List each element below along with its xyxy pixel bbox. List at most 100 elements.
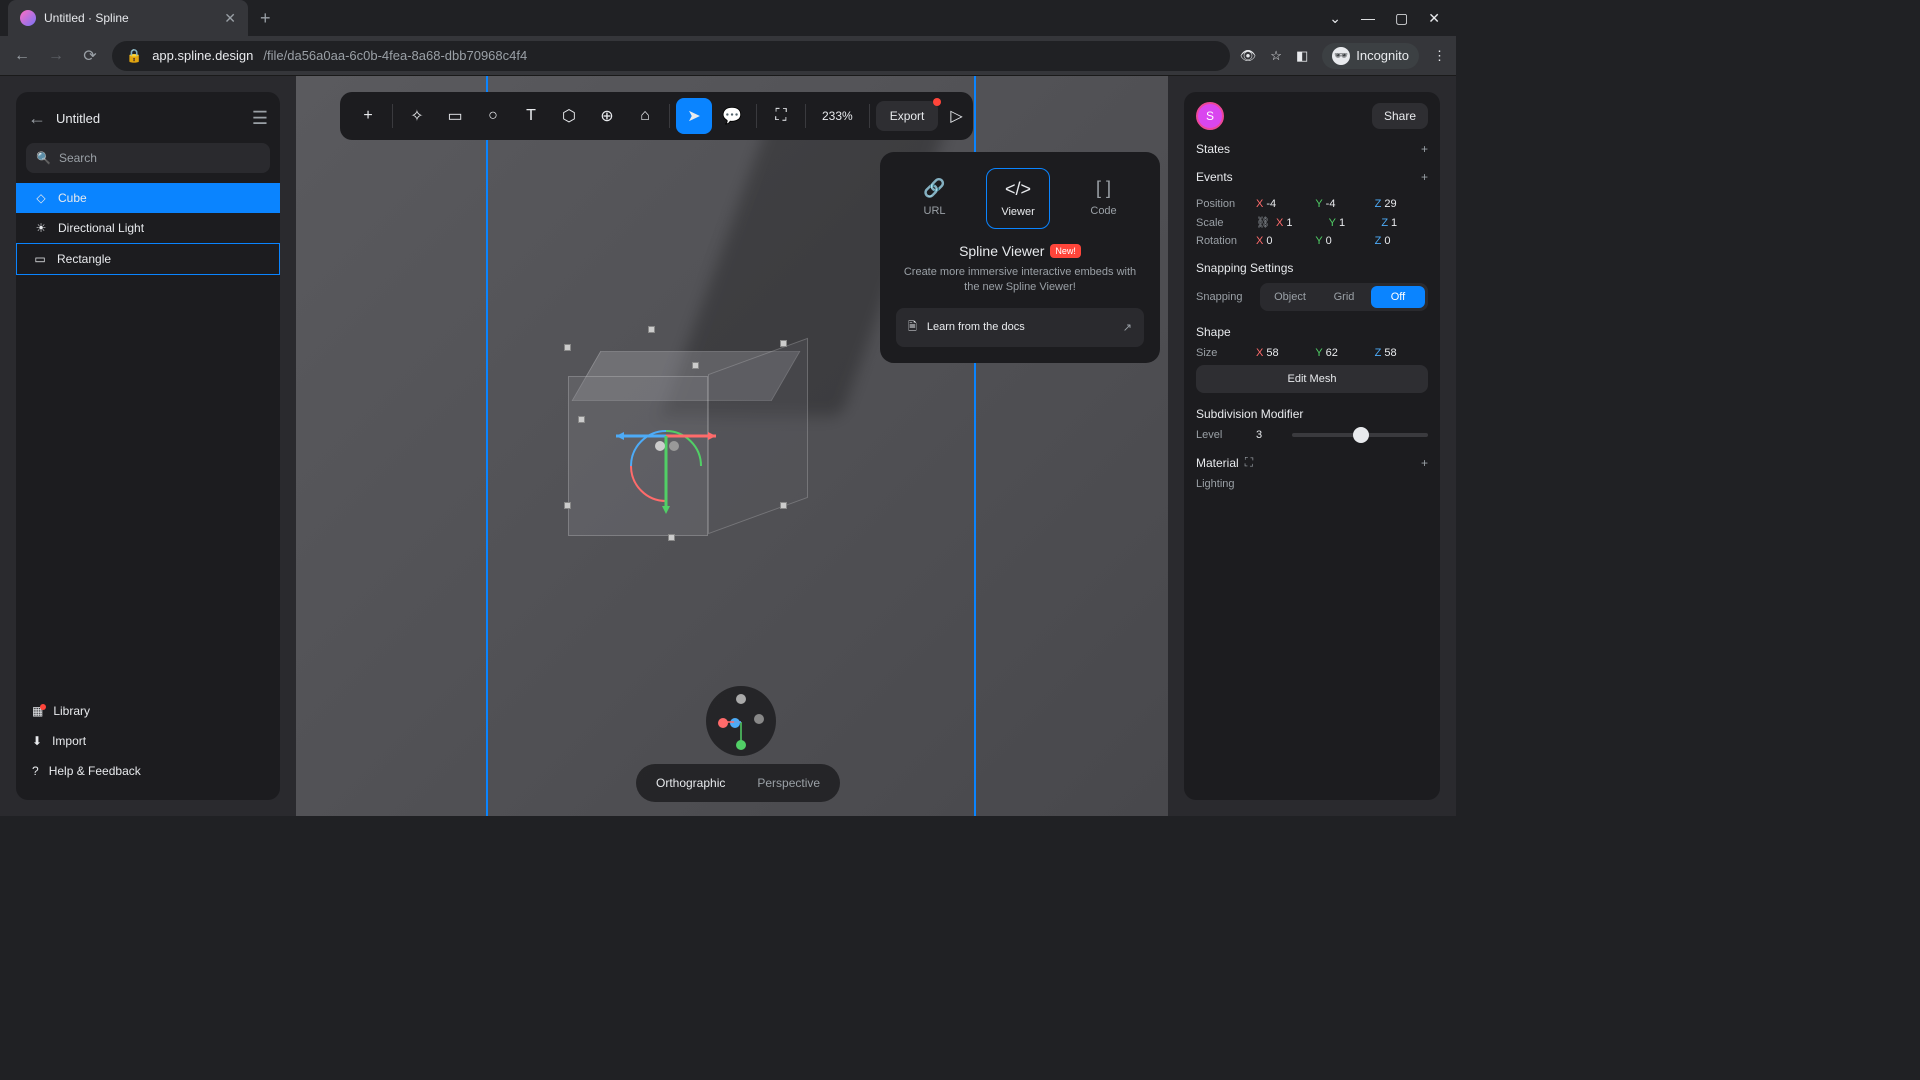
size-x-input[interactable]: X 58	[1256, 347, 1309, 359]
scale-x-input[interactable]: X 1	[1276, 217, 1323, 229]
expand-icon[interactable]: ⛶	[1245, 455, 1253, 470]
selection-handle[interactable]	[780, 502, 787, 509]
export-label: Export	[890, 109, 925, 123]
level-value[interactable]: 3	[1256, 429, 1286, 441]
library-button[interactable]: ▦ Library	[16, 696, 280, 726]
pen-tool[interactable]: ✧	[399, 98, 435, 134]
perspective-option[interactable]: Perspective	[741, 768, 836, 798]
axis-orientation-widget[interactable]	[706, 686, 776, 756]
import-button[interactable]: ⬇ Import	[16, 726, 280, 756]
snapping-object[interactable]: Object	[1263, 286, 1317, 308]
selection-handle[interactable]	[648, 326, 655, 333]
star-icon[interactable]: ☆	[1270, 48, 1282, 64]
share-button[interactable]: Share	[1372, 103, 1428, 129]
zoom-level[interactable]: 233%	[812, 109, 863, 123]
favicon	[20, 10, 36, 26]
help-button[interactable]: ? Help & Feedback	[16, 756, 280, 786]
edit-mesh-button[interactable]: Edit Mesh	[1196, 365, 1428, 393]
document-title[interactable]: Untitled	[56, 111, 100, 126]
chevron-down-icon[interactable]: ⌄	[1329, 10, 1341, 27]
level-slider[interactable]	[1292, 433, 1428, 437]
tab-label: URL	[924, 205, 946, 217]
layer-item-cube[interactable]: ◇ Cube	[16, 183, 280, 213]
rotation-x-input[interactable]: X 0	[1256, 235, 1309, 247]
rotation-label: Rotation	[1196, 235, 1250, 247]
snapping-off[interactable]: Off	[1371, 286, 1425, 308]
url-input[interactable]: 🔒 app.spline.design/file/da56a0aa-6c0b-4…	[112, 41, 1230, 71]
popover-title: Spline Viewer New!	[896, 243, 1144, 259]
subdivision-section: Subdivision Modifier Level 3	[1196, 407, 1428, 441]
export-tab-url[interactable]: 🔗 URL	[909, 168, 959, 229]
left-footer: ▦ Library ⬇ Import ? Help & Feedback	[16, 690, 280, 792]
extension-icon[interactable]: ◧	[1296, 48, 1308, 64]
export-tab-code[interactable]: [ ] Code	[1076, 168, 1130, 229]
size-z-input[interactable]: Z 58	[1375, 347, 1428, 359]
export-tab-viewer[interactable]: </> Viewer	[986, 168, 1049, 229]
popover-description: Create more immersive interactive embeds…	[896, 265, 1144, 296]
back-icon[interactable]: ←	[10, 47, 34, 65]
selection-handle[interactable]	[668, 534, 675, 541]
cube-front-face[interactable]	[568, 376, 708, 536]
comment-tool[interactable]: 💬	[714, 98, 750, 134]
separator	[392, 104, 393, 128]
user-avatar[interactable]: S	[1196, 102, 1224, 130]
position-z-input[interactable]: Z 29	[1375, 198, 1428, 210]
add-material-icon[interactable]: +	[1421, 456, 1428, 470]
forward-icon[interactable]: →	[44, 47, 68, 65]
rotation-z-input[interactable]: Z 0	[1375, 235, 1428, 247]
url-path: /file/da56a0aa-6c0b-4fea-8a68-dbb70968c4…	[263, 48, 527, 63]
play-button[interactable]: ▷	[950, 106, 962, 126]
main-toolbar: + ✧ ▭ ○ T ⬡ ⊕ ⌂ ➤ 💬 ⛶ 233% Export ▷	[340, 92, 973, 140]
add-button[interactable]: +	[350, 98, 386, 134]
layer-item-light[interactable]: ☀ Directional Light	[16, 213, 280, 243]
rotation-y-input[interactable]: Y 0	[1315, 235, 1368, 247]
sphere-tool[interactable]: ⊕	[589, 98, 625, 134]
browser-tab[interactable]: Untitled · Spline ✕	[8, 0, 248, 36]
search-input[interactable]: 🔍 Search	[26, 143, 270, 173]
lock-icon: 🔒	[126, 48, 142, 64]
circle-tool[interactable]: ○	[475, 98, 511, 134]
incognito-badge[interactable]: 🕶 Incognito	[1322, 43, 1419, 69]
kebab-menu-icon[interactable]: ⋮	[1433, 48, 1446, 64]
frame-tool[interactable]: ⛶	[763, 98, 799, 134]
cube-tool[interactable]: ⬡	[551, 98, 587, 134]
eye-off-icon[interactable]: 👁	[1240, 48, 1257, 64]
maximize-icon[interactable]: ▢	[1395, 10, 1408, 27]
minimize-icon[interactable]: —	[1361, 10, 1375, 27]
lock-scale-icon[interactable]: ⛓	[1256, 216, 1270, 229]
close-window-icon[interactable]: ✕	[1428, 10, 1440, 27]
scale-y-input[interactable]: Y 1	[1329, 217, 1376, 229]
left-panel: ← Untitled ☰ 🔍 Search ◇ Cube ☀ Direction…	[16, 92, 280, 800]
selection-handle[interactable]	[780, 340, 787, 347]
snapping-row-label: Snapping	[1196, 291, 1260, 303]
position-x-input[interactable]: X -4	[1256, 198, 1309, 210]
add-state-icon[interactable]: +	[1421, 142, 1428, 156]
selection-handle[interactable]	[564, 502, 571, 509]
orthographic-option[interactable]: Orthographic	[640, 768, 741, 798]
reload-icon[interactable]: ⟳	[78, 46, 102, 66]
size-y-input[interactable]: Y 62	[1315, 347, 1368, 359]
selection-handle[interactable]	[578, 416, 585, 423]
add-event-icon[interactable]: +	[1421, 170, 1428, 184]
selection-handle[interactable]	[564, 344, 571, 351]
position-y-input[interactable]: Y -4	[1315, 198, 1368, 210]
text-tool[interactable]: T	[513, 98, 549, 134]
rectangle-tool[interactable]: ▭	[437, 98, 473, 134]
hamburger-menu-icon[interactable]: ☰	[252, 108, 268, 129]
slider-thumb[interactable]	[1353, 427, 1369, 443]
learn-docs-link[interactable]: 🗎 Learn from the docs ↗	[896, 308, 1144, 347]
link-icon: 🔗	[923, 178, 945, 199]
transform-section: Position X -4 Y -4 Z 29 Scale ⛓ X 1 Y 1 …	[1196, 198, 1428, 247]
subdivision-label: Subdivision Modifier	[1196, 407, 1303, 421]
layer-item-rectangle[interactable]: ▭ Rectangle	[16, 243, 280, 275]
close-tab-icon[interactable]: ✕	[224, 10, 236, 27]
scale-z-input[interactable]: Z 1	[1381, 217, 1428, 229]
back-arrow-icon[interactable]: ←	[28, 108, 46, 129]
snapping-grid[interactable]: Grid	[1317, 286, 1371, 308]
tag-tool[interactable]: ⌂	[627, 98, 663, 134]
select-tool[interactable]: ➤	[676, 98, 712, 134]
export-button[interactable]: Export	[876, 101, 939, 131]
new-tab-button[interactable]: +	[260, 8, 271, 29]
states-label: States	[1196, 142, 1230, 156]
selection-handle[interactable]	[692, 362, 699, 369]
